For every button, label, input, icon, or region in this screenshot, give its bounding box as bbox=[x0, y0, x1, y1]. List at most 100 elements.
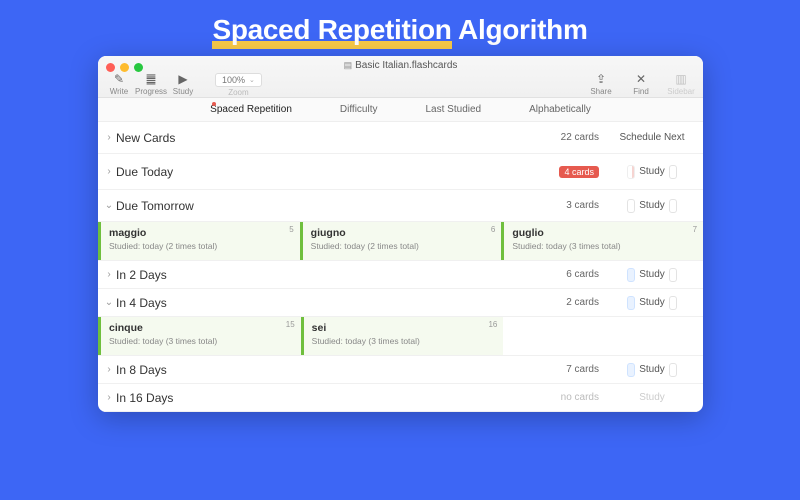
section-label: In 8 Days bbox=[116, 363, 566, 377]
section-due-tomorrow[interactable]: ⌄ Due Tomorrow 3 cards Study bbox=[98, 190, 703, 222]
section-label: In 2 Days bbox=[116, 268, 566, 282]
progress-pill-icon bbox=[669, 165, 677, 179]
flashcard[interactable]: 16 sei Studied: today (3 times total) bbox=[301, 317, 504, 355]
zoom-control[interactable]: 100% ⌄ Zoom bbox=[215, 73, 262, 97]
study-label: Study bbox=[173, 87, 193, 96]
card-number: 16 bbox=[488, 320, 497, 329]
share-label: Share bbox=[590, 87, 611, 96]
zoom-label: Zoom bbox=[215, 88, 262, 97]
section-label: New Cards bbox=[116, 131, 561, 145]
find-icon: ✕ bbox=[624, 73, 658, 86]
sidebar-label: Sidebar bbox=[667, 87, 695, 96]
study-button[interactable]: Study bbox=[639, 297, 665, 308]
section-due-today[interactable]: › Due Today 4 cards Study bbox=[98, 154, 703, 190]
card-word: sei bbox=[312, 322, 496, 334]
due-badge: 4 cards bbox=[559, 166, 599, 178]
sidebar-button[interactable]: ▥ Sidebar bbox=[664, 73, 698, 97]
tab-spaced-repetition[interactable]: Spaced Repetition bbox=[186, 98, 316, 121]
progress-pill-icon bbox=[627, 296, 635, 310]
write-icon: ✎ bbox=[103, 73, 135, 86]
disclosure-down-icon: ⌄ bbox=[102, 200, 116, 211]
tab-alphabetically[interactable]: Alphabetically bbox=[505, 98, 615, 121]
schedule-next-button[interactable]: Schedule Next bbox=[619, 132, 684, 143]
progress-label: Progress bbox=[135, 87, 167, 96]
card-meta: Studied: today (3 times total) bbox=[312, 336, 496, 346]
share-button[interactable]: ⇪ Share bbox=[584, 73, 618, 97]
study-button[interactable]: Study bbox=[639, 200, 665, 211]
write-label: Write bbox=[110, 87, 129, 96]
card-word: maggio bbox=[109, 227, 292, 239]
sidebar-icon: ▥ bbox=[664, 73, 698, 86]
sort-tabbar: Spaced Repetition Difficulty Last Studie… bbox=[98, 98, 703, 122]
tab-label: Difficulty bbox=[340, 104, 378, 115]
section-new-cards[interactable]: › New Cards 22 cards Schedule Next bbox=[98, 122, 703, 154]
disclosure-right-icon: › bbox=[102, 364, 116, 375]
play-icon: ▶ bbox=[167, 73, 199, 86]
zoom-value: 100% bbox=[222, 75, 245, 85]
chevron-down-icon: ⌄ bbox=[249, 76, 255, 84]
disclosure-right-icon: › bbox=[102, 269, 116, 280]
study-button: Study bbox=[639, 392, 665, 403]
write-button[interactable]: ✎ Write bbox=[103, 73, 135, 97]
card-meta: Studied: today (3 times total) bbox=[109, 336, 293, 346]
section-label: In 16 Days bbox=[116, 391, 561, 405]
card-word: guglio bbox=[512, 227, 695, 239]
progress-pill-icon bbox=[669, 268, 677, 282]
card-number: 5 bbox=[289, 225, 293, 234]
progress-pill-icon bbox=[627, 363, 635, 377]
study-button[interactable]: Study bbox=[639, 269, 665, 280]
section-count: 6 cards bbox=[566, 269, 599, 280]
card-meta: Studied: today (2 times total) bbox=[311, 241, 494, 251]
tab-difficulty[interactable]: Difficulty bbox=[316, 98, 402, 121]
section-count: 22 cards bbox=[561, 132, 599, 143]
tab-label: Spaced Repetition bbox=[210, 104, 292, 115]
flashcard[interactable]: 5 maggio Studied: today (2 times total) bbox=[98, 222, 300, 260]
section-in-2-days[interactable]: › In 2 Days 6 cards Study bbox=[98, 261, 703, 289]
progress-pill-icon bbox=[627, 268, 635, 282]
progress-pill-icon bbox=[669, 199, 677, 213]
flashcard[interactable]: 15 cinque Studied: today (3 times total) bbox=[98, 317, 301, 355]
card-strip-in4: 15 cinque Studied: today (3 times total)… bbox=[98, 317, 703, 356]
progress-button[interactable]: ䷀ Progress bbox=[135, 73, 167, 97]
mode-toolbar: ✎ Write ䷀ Progress ▶ Study bbox=[103, 73, 199, 97]
progress-pill-icon bbox=[627, 165, 635, 179]
tab-label: Last Studied bbox=[426, 104, 482, 115]
section-in-8-days[interactable]: › In 8 Days 7 cards Study bbox=[98, 356, 703, 384]
tab-last-studied[interactable]: Last Studied bbox=[402, 98, 506, 121]
study-button[interactable]: Study bbox=[639, 166, 665, 177]
progress-icon: ䷀ bbox=[135, 73, 167, 86]
find-button[interactable]: ✕ Find bbox=[624, 73, 658, 97]
card-word: giugno bbox=[311, 227, 494, 239]
share-icon: ⇪ bbox=[584, 73, 618, 86]
section-in-4-days[interactable]: ⌄ In 4 Days 2 cards Study bbox=[98, 289, 703, 317]
progress-pill-icon bbox=[627, 199, 635, 213]
card-number: 15 bbox=[286, 320, 295, 329]
disclosure-right-icon: › bbox=[102, 166, 116, 177]
card-word: cinque bbox=[109, 322, 293, 334]
section-count: 7 cards bbox=[566, 364, 599, 375]
hero-underlined: Spaced Repetition bbox=[212, 14, 451, 46]
app-window: ▤Basic Italian.flashcards ✎ Write ䷀ Prog… bbox=[98, 56, 703, 412]
card-number: 6 bbox=[491, 225, 495, 234]
disclosure-down-icon: ⌄ bbox=[102, 297, 116, 308]
disclosure-right-icon: › bbox=[102, 392, 116, 403]
flashcard[interactable]: 6 giugno Studied: today (2 times total) bbox=[300, 222, 502, 260]
card-number: 7 bbox=[693, 225, 697, 234]
flashcard[interactable]: 7 guglio Studied: today (3 times total) bbox=[501, 222, 703, 260]
section-count: 3 cards bbox=[566, 200, 599, 211]
card-strip-tomorrow: 5 maggio Studied: today (2 times total) … bbox=[98, 222, 703, 261]
progress-pill-icon bbox=[669, 296, 677, 310]
study-button[interactable]: ▶ Study bbox=[167, 73, 199, 97]
study-button[interactable]: Study bbox=[639, 364, 665, 375]
window-title: ▤Basic Italian.flashcards bbox=[98, 60, 703, 71]
empty-card-slot bbox=[503, 317, 703, 355]
find-label: Find bbox=[633, 87, 649, 96]
titlebar: ▤Basic Italian.flashcards ✎ Write ䷀ Prog… bbox=[98, 56, 703, 98]
progress-pill-icon bbox=[669, 363, 677, 377]
disclosure-right-icon: › bbox=[102, 132, 116, 143]
section-count: no cards bbox=[561, 392, 599, 403]
section-label: Due Tomorrow bbox=[116, 199, 566, 213]
tab-label: Alphabetically bbox=[529, 104, 591, 115]
section-in-16-days[interactable]: › In 16 Days no cards Study bbox=[98, 384, 703, 412]
section-label: Due Today bbox=[116, 165, 559, 179]
